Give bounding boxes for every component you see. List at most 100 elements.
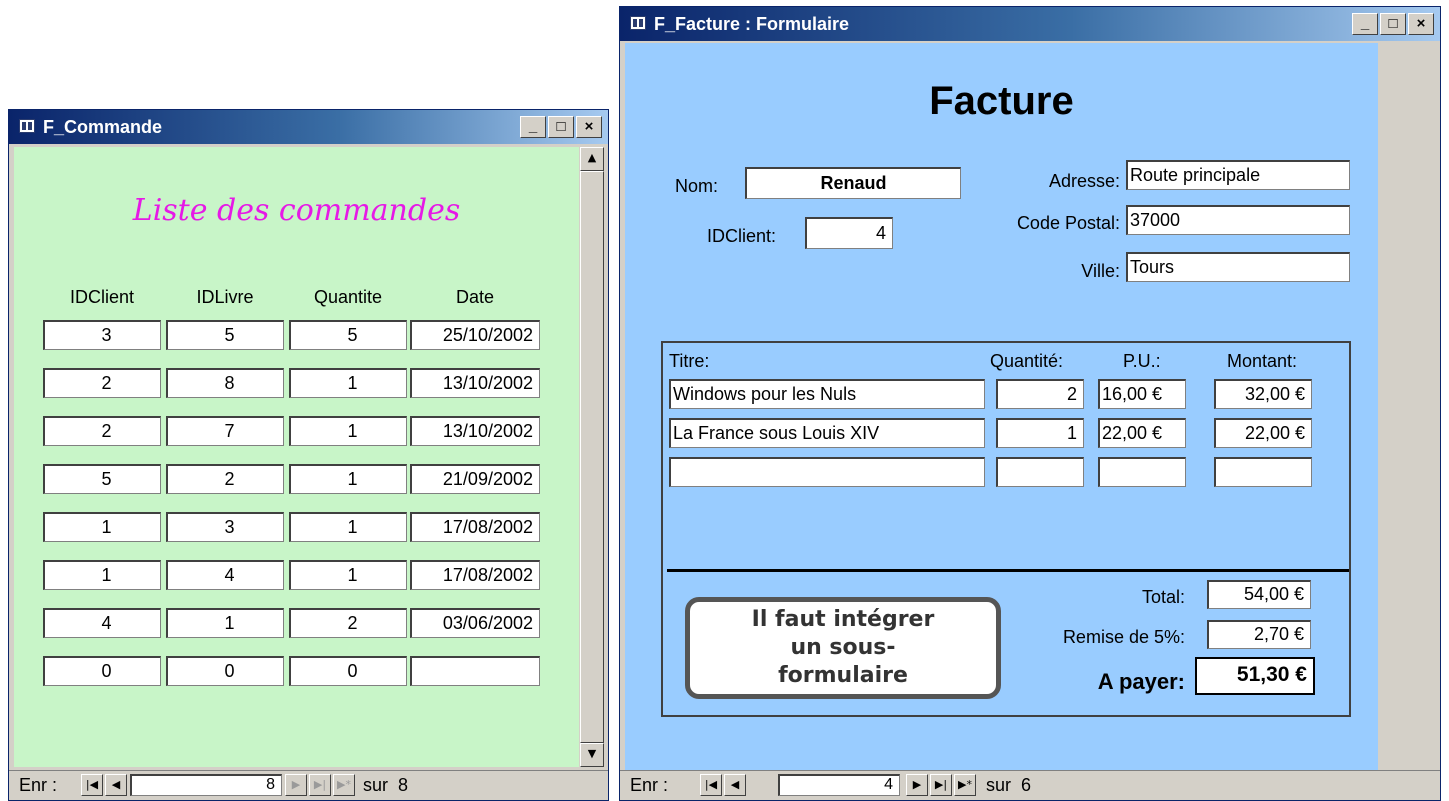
- a-payer-field[interactable]: 51,30 €: [1195, 657, 1315, 695]
- subform-pu-cell[interactable]: [1098, 457, 1186, 487]
- record-label: Enr :: [630, 775, 669, 795]
- idclient-label: IDClient:: [707, 226, 777, 246]
- idclient-cell[interactable]: 3: [43, 320, 161, 350]
- idclient-cell[interactable]: 1: [43, 512, 161, 542]
- first-record-icon: |◀: [85, 778, 99, 791]
- record-number-input[interactable]: 8: [130, 774, 282, 796]
- next-record-button[interactable]: ▶: [285, 774, 307, 796]
- subform-pu-cell[interactable]: 22,00 €: [1098, 418, 1186, 448]
- code-postal-label: Code Postal:: [1016, 213, 1120, 233]
- record-number-input[interactable]: 4: [778, 774, 900, 796]
- close-icon: ×: [584, 118, 594, 135]
- nom-label: Nom:: [675, 176, 719, 196]
- a-payer-label: A payer:: [1097, 669, 1185, 694]
- quantite-cell[interactable]: 1: [289, 512, 407, 542]
- idlivre-cell[interactable]: 4: [166, 560, 284, 590]
- idclient-cell[interactable]: 4: [43, 608, 161, 638]
- subform-montant-cell[interactable]: [1214, 457, 1312, 487]
- idlivre-cell[interactable]: 8: [166, 368, 284, 398]
- adresse-field[interactable]: Route principale: [1126, 160, 1350, 190]
- idlivre-cell[interactable]: 2: [166, 464, 284, 494]
- date-cell[interactable]: 17/08/2002: [410, 512, 540, 542]
- form-icon: [19, 119, 35, 133]
- date-cell[interactable]: 13/10/2002: [410, 416, 540, 446]
- maximize-button[interactable]: □: [1380, 13, 1406, 35]
- idclient-cell[interactable]: 1: [43, 560, 161, 590]
- date-cell[interactable]: 21/09/2002: [410, 464, 540, 494]
- facture-form-area: Facture Nom: Renaud IDClient: 4 Adresse:…: [625, 43, 1378, 771]
- date-cell[interactable]: 25/10/2002: [410, 320, 540, 350]
- scroll-up-button[interactable]: ▲: [580, 147, 604, 171]
- facture-window-title: F_Facture : Formulaire: [654, 14, 850, 34]
- subform-quantite-cell[interactable]: 2: [996, 379, 1084, 409]
- quantite-cell[interactable]: 1: [289, 368, 407, 398]
- first-record-button[interactable]: |◀: [81, 774, 103, 796]
- date-cell[interactable]: 17/08/2002: [410, 560, 540, 590]
- callout-box: Il faut intégrer un sous-formulaire: [685, 597, 1001, 699]
- idlivre-cell[interactable]: 1: [166, 608, 284, 638]
- idlivre-cell[interactable]: 7: [166, 416, 284, 446]
- minimize-button[interactable]: _: [1352, 13, 1378, 35]
- subform-montant-cell[interactable]: 22,00 €: [1214, 418, 1312, 448]
- remise-field[interactable]: 2,70 €: [1207, 620, 1311, 649]
- next-record-button[interactable]: ▶: [906, 774, 928, 796]
- subform-titre-cell[interactable]: Windows pour les Nuls: [669, 379, 985, 409]
- subform-titre-cell[interactable]: [669, 457, 985, 487]
- maximize-icon: □: [1388, 15, 1398, 32]
- commande-title-bar[interactable]: F_Commande _ □ ×: [9, 110, 608, 144]
- record-total: 8: [398, 775, 409, 795]
- record-label: Enr :: [19, 775, 58, 795]
- idclient-cell[interactable]: 2: [43, 416, 161, 446]
- new-record-icon: ▶*: [337, 778, 351, 791]
- close-button[interactable]: ×: [1408, 13, 1434, 35]
- idlivre-cell[interactable]: 5: [166, 320, 284, 350]
- scroll-down-button[interactable]: ▼: [580, 743, 604, 767]
- idclient-field[interactable]: 4: [805, 217, 893, 249]
- vertical-scrollbar[interactable]: ▲ ▼: [580, 147, 604, 767]
- ville-field[interactable]: Tours: [1126, 252, 1350, 282]
- quantite-cell[interactable]: 2: [289, 608, 407, 638]
- facture-heading: Facture: [929, 79, 1074, 123]
- close-button[interactable]: ×: [576, 116, 602, 138]
- subform-montant-cell[interactable]: 32,00 €: [1214, 379, 1312, 409]
- column-header-date: Date: [455, 287, 495, 307]
- maximize-button[interactable]: □: [548, 116, 574, 138]
- subform-quantite-cell[interactable]: 1: [996, 418, 1084, 448]
- idlivre-cell[interactable]: 3: [166, 512, 284, 542]
- subform-titre-cell[interactable]: La France sous Louis XIV: [669, 418, 985, 448]
- quantite-cell[interactable]: 1: [289, 416, 407, 446]
- total-field[interactable]: 54,00 €: [1207, 580, 1311, 609]
- subform-quantite-cell[interactable]: [996, 457, 1084, 487]
- date-cell[interactable]: 13/10/2002: [410, 368, 540, 398]
- date-cell[interactable]: 03/06/2002: [410, 608, 540, 638]
- quantite-cell[interactable]: 5: [289, 320, 407, 350]
- date-cell[interactable]: [410, 656, 540, 686]
- idlivre-cell[interactable]: 0: [166, 656, 284, 686]
- scroll-up-arrow-icon: ▲: [587, 151, 597, 164]
- idclient-cell[interactable]: 0: [43, 656, 161, 686]
- new-record-button[interactable]: ▶*: [333, 774, 355, 796]
- last-record-icon: ▶|: [934, 778, 948, 791]
- last-record-button[interactable]: ▶|: [930, 774, 952, 796]
- code-postal-field[interactable]: 37000: [1126, 205, 1350, 235]
- total-label: Total:: [1141, 587, 1185, 607]
- subform-pu-cell[interactable]: 16,00 €: [1098, 379, 1186, 409]
- previous-record-button[interactable]: ◀: [724, 774, 746, 796]
- nom-field[interactable]: Renaud: [745, 167, 961, 199]
- quantite-cell[interactable]: 0: [289, 656, 407, 686]
- scroll-thumb[interactable]: [580, 171, 604, 743]
- idclient-cell[interactable]: 2: [43, 368, 161, 398]
- new-record-button[interactable]: ▶*: [954, 774, 976, 796]
- last-record-button[interactable]: ▶|: [309, 774, 331, 796]
- minimize-button[interactable]: _: [520, 116, 546, 138]
- quantite-cell[interactable]: 1: [289, 464, 407, 494]
- last-record-icon: ▶|: [313, 778, 327, 791]
- previous-record-button[interactable]: ◀: [105, 774, 127, 796]
- first-record-button[interactable]: |◀: [700, 774, 722, 796]
- idclient-cell[interactable]: 5: [43, 464, 161, 494]
- facture-title-bar[interactable]: F_Facture : Formulaire _ □ ×: [620, 7, 1440, 41]
- subform-divider: [667, 569, 1349, 572]
- commande-form-area: Liste des commandes IDClient IDLivre Qua…: [14, 147, 579, 767]
- close-icon: ×: [1416, 15, 1426, 32]
- quantite-cell[interactable]: 1: [289, 560, 407, 590]
